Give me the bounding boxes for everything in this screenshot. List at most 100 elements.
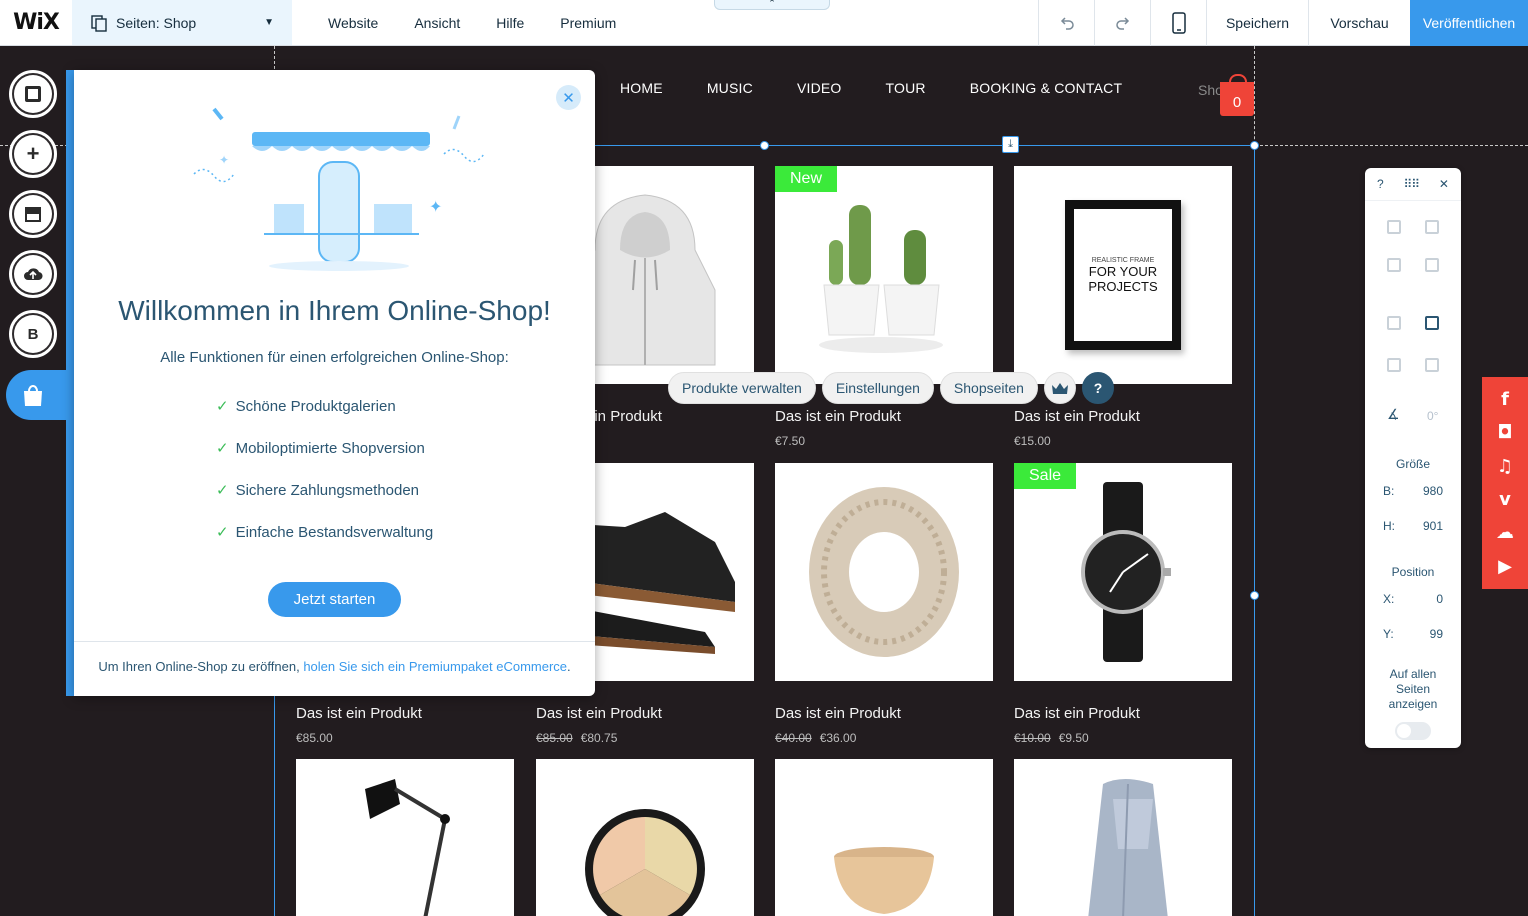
- product-image-bowl[interactable]: [775, 759, 993, 916]
- product-card[interactable]: REALISTIC FRAME FOR YOUR PROJECTS Das is…: [1014, 166, 1232, 448]
- facebook-icon[interactable]: f: [1501, 389, 1509, 410]
- nav-video[interactable]: VIDEO: [797, 80, 842, 96]
- menu-help[interactable]: Hilfe: [496, 15, 524, 31]
- height-row: H: 901: [1383, 519, 1443, 533]
- product-price: €7.50: [775, 434, 806, 448]
- rotate-icon[interactable]: ∡: [1387, 406, 1400, 423]
- product-image-scarf[interactable]: [775, 463, 993, 681]
- duplicate-icon[interactable]: [1387, 258, 1401, 272]
- premium-link[interactable]: holen Sie sich ein Premiumpaket eCommerc…: [303, 659, 567, 674]
- align-right-icon[interactable]: [1425, 316, 1439, 330]
- align-center-icon[interactable]: [1387, 358, 1401, 372]
- product-card[interactable]: Das ist ein Produkt €40.00 €36.00: [775, 463, 993, 745]
- save-button[interactable]: Speichern: [1206, 0, 1308, 46]
- product-card[interactable]: [1014, 759, 1232, 916]
- x-value[interactable]: 0: [1436, 592, 1443, 606]
- show-all-pages-toggle[interactable]: [1395, 722, 1431, 740]
- publish-button[interactable]: Veröffentlichen: [1410, 0, 1528, 46]
- product-sale-price: €80.75: [580, 731, 618, 745]
- youtube-icon[interactable]: ▶: [1498, 556, 1512, 577]
- cart-icon[interactable]: 0: [1220, 74, 1254, 116]
- arrange-icon[interactable]: [1387, 316, 1401, 330]
- product-image-backpack[interactable]: [1014, 759, 1232, 916]
- nav-booking[interactable]: BOOKING & CONTACT: [970, 80, 1123, 96]
- product-image-lamp[interactable]: [296, 759, 514, 916]
- product-card[interactable]: [775, 759, 993, 916]
- upgrade-button[interactable]: [1043, 372, 1076, 404]
- resize-handle-top[interactable]: [760, 141, 769, 150]
- rotation-value[interactable]: 0°: [1427, 409, 1438, 423]
- redo-button[interactable]: [1094, 0, 1150, 46]
- premium-note: Um Ihren Online-Shop zu eröffnen, holen …: [74, 658, 595, 676]
- shop-pages-button[interactable]: Shopseiten: [939, 372, 1038, 404]
- product-old-price: €85.00: [536, 731, 573, 745]
- width-value[interactable]: 980: [1423, 484, 1443, 498]
- product-old-price: €40.00: [775, 731, 812, 745]
- upload-button[interactable]: [9, 250, 57, 298]
- paste-icon[interactable]: [1425, 220, 1439, 234]
- product-image-frame[interactable]: REALISTIC FRAME FOR YOUR PROJECTS: [1014, 166, 1232, 384]
- plus-icon: +: [14, 135, 52, 173]
- nav-tour[interactable]: TOUR: [886, 80, 926, 96]
- store-manager-button[interactable]: [6, 370, 68, 420]
- app-market-button[interactable]: [9, 190, 57, 238]
- layout-inspector: ? ⠿⠿ ✕ ∡ 0° Größe B: 980 H: 901 Position X…: [1365, 168, 1461, 748]
- product-image-cactus[interactable]: New: [775, 166, 993, 384]
- product-name[interactable]: Das ist ein Produkt: [1014, 408, 1232, 425]
- drag-handle-icon[interactable]: ⠿⠿: [1404, 177, 1421, 191]
- mobile-view-button[interactable]: [1150, 0, 1206, 46]
- instagram-icon[interactable]: ◘: [1497, 422, 1512, 443]
- settings-button[interactable]: Einstellungen: [821, 372, 934, 404]
- add-button[interactable]: +: [9, 130, 57, 178]
- y-value[interactable]: 99: [1430, 627, 1443, 641]
- pages-dropdown[interactable]: Seiten: Shop ▼: [72, 0, 292, 45]
- height-value[interactable]: 901: [1423, 519, 1443, 533]
- product-name[interactable]: Das ist ein Produkt: [296, 705, 514, 722]
- product-card[interactable]: New Das ist ein Produkt €7.50: [775, 166, 993, 448]
- product-name[interactable]: Das ist ein Produkt: [1014, 705, 1232, 722]
- pages-dropdown-label: Seiten: Shop: [116, 14, 197, 31]
- help-button[interactable]: ?: [1081, 372, 1114, 404]
- close-icon[interactable]: ✕: [556, 85, 581, 110]
- collapse-topbar-tab[interactable]: ⌃: [714, 0, 830, 10]
- position-label: Position: [1391, 565, 1435, 579]
- frame-line-2: PROJECTS: [1088, 278, 1158, 294]
- product-card[interactable]: Sale Das ist ein Produkt €10.00 €9.50: [1014, 463, 1232, 745]
- soundcloud-icon[interactable]: ☁: [1496, 522, 1514, 543]
- product-card[interactable]: [296, 759, 514, 916]
- backpack-image: [1088, 779, 1168, 916]
- nav-home[interactable]: HOME: [620, 80, 663, 96]
- wix-logo[interactable]: WiX: [0, 0, 72, 45]
- manage-products-button[interactable]: Produkte verwalten: [668, 372, 816, 404]
- nav-music[interactable]: MUSIC: [707, 80, 753, 96]
- frame-caption: REALISTIC FRAME: [1091, 256, 1155, 264]
- menu-premium[interactable]: Premium: [560, 15, 616, 31]
- blog-button[interactable]: B: [9, 310, 57, 358]
- inspector-help-icon[interactable]: ?: [1377, 177, 1384, 191]
- close-icon[interactable]: ✕: [1439, 177, 1449, 191]
- product-price: €15.00: [1014, 434, 1051, 448]
- background-button[interactable]: [9, 70, 57, 118]
- feature-item: ✓ Schöne Produktgalerien: [216, 397, 396, 416]
- vimeo-icon[interactable]: v: [1499, 489, 1511, 510]
- start-button[interactable]: Jetzt starten: [268, 582, 401, 617]
- trash-icon[interactable]: [1425, 258, 1439, 272]
- product-name[interactable]: Das ist ein Produkt: [775, 705, 993, 722]
- product-image-watch[interactable]: Sale: [1014, 463, 1232, 681]
- product-card[interactable]: [536, 759, 754, 916]
- preview-button[interactable]: Vorschau: [1308, 0, 1410, 46]
- resize-handle-top-right[interactable]: [1250, 141, 1259, 150]
- menu-view[interactable]: Ansicht: [414, 15, 460, 31]
- product-image-palette[interactable]: [536, 759, 754, 916]
- product-name[interactable]: Das ist ein Produkt: [536, 705, 754, 722]
- resize-handle-right[interactable]: [1250, 591, 1259, 600]
- shopping-bag-icon: [24, 385, 42, 406]
- twitter-icon[interactable]: ♫: [1497, 456, 1513, 477]
- y-row: Y: 99: [1383, 627, 1443, 641]
- stretch-icon[interactable]: ⤓: [1002, 136, 1019, 153]
- copy-icon[interactable]: [1387, 220, 1401, 234]
- product-name[interactable]: Das ist ein Produkt: [775, 408, 993, 425]
- undo-button[interactable]: [1038, 0, 1094, 46]
- distribute-icon[interactable]: [1425, 358, 1439, 372]
- menu-website[interactable]: Website: [328, 15, 378, 31]
